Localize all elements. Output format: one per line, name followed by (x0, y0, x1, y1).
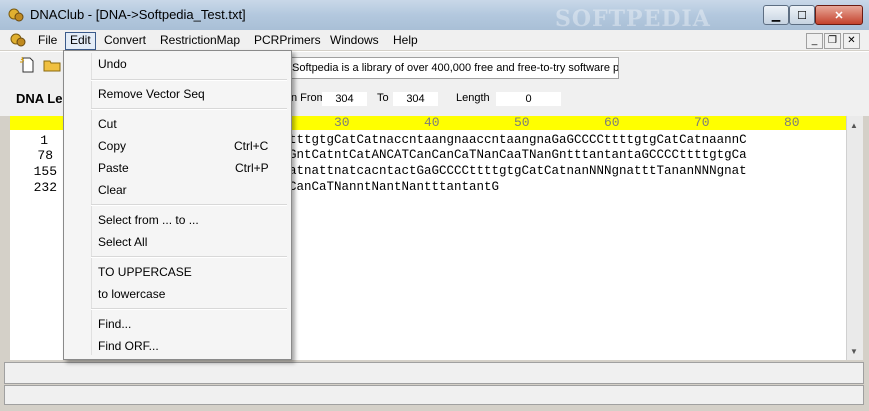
menu-separator (91, 79, 287, 81)
menu-item-undo[interactable]: Undo (98, 57, 127, 71)
mdi-app-icon (10, 33, 26, 47)
menu-pcrprimers[interactable]: PCRPrimers (250, 32, 325, 48)
ruler-tick: 60 (604, 115, 620, 130)
ruler-tick: 80 (784, 115, 800, 130)
menu-convert[interactable]: Convert (100, 32, 150, 48)
menu-windows[interactable]: Windows (326, 32, 383, 48)
watermark: SOFTPEDIA (555, 6, 711, 32)
to-field[interactable]: 304 (393, 92, 438, 106)
maximize-icon: ☐ (797, 9, 807, 22)
sequence-line[interactable]: CanCaTNanntNantNantttantantG (289, 180, 499, 195)
sequence-line[interactable]: tttgtgCatCatnaccntaangnaaccntaangnaGaGCC… (289, 133, 747, 148)
to-label: To (377, 92, 389, 104)
menu-restrictionmap[interactable]: RestrictionMap (156, 32, 244, 48)
length-label: Length (456, 92, 490, 104)
row-number: 232 (33, 180, 57, 195)
minimize-icon: ▁ (771, 9, 781, 22)
close-icon: ✕ (834, 9, 844, 22)
folder-icon (43, 60, 61, 72)
row-number: 78 (37, 148, 53, 163)
scroll-down-icon[interactable]: ▼ (846, 344, 862, 360)
menu-item-to-uppercase[interactable]: TO UPPERCASE (98, 265, 192, 279)
maximize-button[interactable]: ☐ (789, 5, 815, 25)
info-text-box: Softpedia is a library of over 400,000 f… (289, 57, 619, 79)
open-folder-button[interactable] (42, 56, 62, 76)
menu-item-cut[interactable]: Cut (98, 117, 117, 131)
status-bar-lower (4, 385, 864, 405)
menu-separator (91, 308, 287, 310)
close-button[interactable]: ✕ (815, 5, 863, 25)
menu-help[interactable]: Help (389, 32, 422, 48)
row-number: 155 (33, 164, 57, 179)
sequence-line[interactable]: atnattnatcacntactGaGCCCCttttgtgCatCatnan… (289, 164, 747, 179)
app-icon (8, 8, 24, 22)
mdi-restore-button[interactable]: ❐ (824, 33, 841, 49)
row-number: 1 (40, 133, 48, 148)
mdi-close-button[interactable]: ✕ (843, 33, 860, 49)
menu-bar: File Edit Convert RestrictionMap PCRPrim… (0, 30, 869, 50)
ruler-tick: 50 (514, 115, 530, 130)
menu-separator (91, 204, 287, 206)
minimize-icon: _ (811, 35, 818, 46)
ruler-tick: 70 (694, 115, 710, 130)
title-bar: DNAClub - [DNA->Softpedia_Test.txt] SOFT… (0, 0, 869, 32)
status-bar-upper (4, 362, 864, 384)
menu-item-clear[interactable]: Clear (98, 183, 127, 197)
close-icon: ✕ (847, 35, 856, 46)
mdi-minimize-button[interactable]: _ (806, 33, 823, 49)
menu-item-find-orf[interactable]: Find ORF... (98, 339, 159, 353)
menu-separator (91, 256, 287, 258)
menu-item-find[interactable]: Find... (98, 317, 131, 331)
menu-item-remove-vector-seq[interactable]: Remove Vector Seq (98, 87, 205, 101)
ruler-tick: 30 (334, 115, 350, 130)
sequence-line[interactable]: GntCatntCatANCATCanCanCaTNanCaaTNanGnttt… (289, 148, 747, 163)
menu-file[interactable]: File (34, 32, 61, 48)
window-title: DNAClub - [DNA->Softpedia_Test.txt] (30, 7, 246, 22)
new-file-icon (20, 56, 34, 73)
menu-separator (91, 108, 287, 110)
menu-edit[interactable]: Edit (65, 32, 96, 50)
copy-shortcut: Ctrl+C (234, 139, 269, 153)
from-label: n From (291, 92, 326, 104)
menu-item-select-all[interactable]: Select All (98, 235, 147, 249)
menu-item-to-lowercase[interactable]: to lowercase (98, 287, 165, 301)
dna-length-label: DNA Le (16, 91, 63, 106)
vertical-scrollbar[interactable] (846, 116, 863, 360)
paste-shortcut: Ctrl+P (235, 161, 269, 175)
from-field[interactable]: 304 (322, 92, 367, 106)
ruler-tick: 40 (424, 115, 440, 130)
minimize-button[interactable]: ▁ (763, 5, 789, 25)
menu-item-paste[interactable]: Paste (98, 161, 129, 175)
scroll-up-icon[interactable]: ▲ (846, 118, 862, 134)
restore-icon: ❐ (828, 35, 837, 46)
menu-item-select-from-to[interactable]: Select from ... to ... (98, 213, 199, 227)
new-file-button[interactable] (18, 56, 38, 76)
length-field[interactable]: 0 (496, 92, 561, 106)
menu-item-copy[interactable]: Copy (98, 139, 126, 153)
